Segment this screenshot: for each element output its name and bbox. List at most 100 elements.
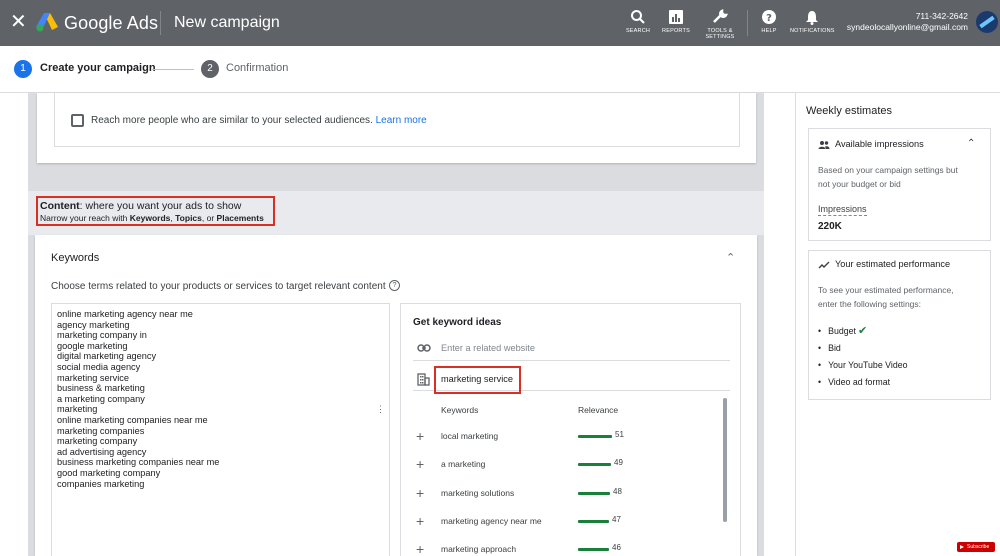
help-icon: ?	[762, 10, 776, 24]
content-subtitle: Narrow your reach with Keywords, Topics,…	[40, 213, 264, 223]
checkmark-icon: ✔	[857, 325, 868, 337]
keyword-idea-row: + marketing approach 46	[413, 541, 723, 556]
link-icon	[417, 344, 431, 352]
similar-audiences-text: Reach more people who are similar to you…	[91, 115, 427, 126]
tools-settings-tool[interactable]: TOOLS & SETTINGS	[698, 8, 742, 40]
campaign-stepper: 1 Create your campaign 2 Confirmation	[0, 46, 1000, 93]
google-ads-logo	[36, 13, 58, 32]
keyword-entry: online marketing agency near me	[57, 309, 193, 319]
performance-text-line1: To see your estimated performance,	[818, 285, 954, 295]
people-icon	[818, 141, 830, 149]
content-sub-keywords: Keywords	[129, 213, 171, 223]
top-bar: ✕ Google Ads New campaign SEARCH REPORTS…	[0, 0, 1000, 46]
add-keyword-icon[interactable]: +	[416, 513, 424, 529]
performance-text-line2: enter the following settings:	[818, 299, 922, 309]
learn-more-link[interactable]: Learn more	[376, 115, 427, 126]
relevance-bar	[578, 520, 609, 523]
requirement-video: Your YouTube Video	[828, 360, 908, 370]
impressions-card-title: Available impressions	[835, 139, 924, 149]
notifications-label: NOTIFICATIONS	[790, 28, 835, 34]
help-tool[interactable]: ? HELP	[747, 8, 791, 34]
column-header-keywords: Keywords	[441, 405, 479, 415]
keywords-title: Keywords	[51, 252, 100, 264]
keyword-entry: marketing	[57, 404, 98, 415]
relevance-bar	[578, 548, 609, 551]
add-keyword-icon[interactable]: +	[416, 456, 424, 472]
requirement-item: Your YouTube Video	[818, 357, 908, 374]
idea-keyword: local marketing	[441, 431, 499, 441]
close-icon[interactable]: ✕	[10, 11, 27, 33]
relevance-value: 48	[613, 487, 622, 496]
ideas-scrollbar[interactable]	[723, 398, 727, 522]
weekly-estimates-title: Weekly estimates	[806, 105, 892, 117]
content-title-rest: : where you want your ads to show	[79, 200, 242, 212]
account-email: syndeolocallyonline@gmail.com	[846, 22, 968, 32]
content-title-bold: Content	[40, 200, 80, 212]
column-header-relevance: Relevance	[578, 405, 619, 415]
resize-handle-icon[interactable]: ⋮	[376, 404, 385, 415]
requirement-item: Budget✔	[818, 323, 908, 340]
performance-card-title: Your estimated performance	[835, 259, 951, 269]
impressions-text-line1: Based on your campaign settings but	[818, 165, 958, 175]
help-label: HELP	[761, 28, 777, 34]
keyword-idea-row: + marketing agency near me 47	[413, 513, 723, 533]
avatar[interactable]	[976, 11, 998, 33]
account-info[interactable]: 711-342-2642 syndeolocallyonline@gmail.c…	[847, 11, 968, 33]
keyword-entry: a marketing company	[57, 393, 145, 404]
keyword-entry: online marketing companies near me	[57, 414, 208, 425]
search-icon	[631, 10, 645, 24]
step-1-label[interactable]: Create your campaign	[40, 62, 156, 74]
requirement-bid: Bid	[828, 343, 841, 353]
chevron-up-icon[interactable]: ⌃	[726, 251, 735, 264]
keyword-entry: business & marketing	[57, 383, 145, 394]
add-keyword-icon[interactable]: +	[416, 485, 424, 501]
keyword-ideas-title: Get keyword ideas	[413, 317, 502, 328]
impressions-label: Impressions	[818, 204, 867, 216]
add-keyword-icon[interactable]: +	[416, 541, 424, 556]
svg-text:?: ?	[766, 13, 772, 24]
step-1-indicator: 1	[14, 60, 32, 78]
keyword-entry: digital marketing agency	[57, 351, 157, 362]
idea-keyword: a marketing	[441, 459, 486, 469]
add-keyword-icon[interactable]: +	[416, 428, 424, 444]
bell-icon	[806, 11, 818, 25]
requirement-item: Video ad format	[818, 374, 908, 391]
relevance-bar	[578, 492, 610, 495]
content-title: Content: where you want your ads to show	[40, 200, 241, 212]
notifications-tool[interactable]: NOTIFICATIONS	[790, 8, 834, 34]
similar-audiences-checkbox[interactable]	[71, 114, 84, 127]
idea-keyword: marketing solutions	[441, 488, 515, 498]
chevron-up-icon[interactable]: ⌃	[967, 138, 975, 149]
keyword-entry: business marketing companies near me	[57, 457, 220, 468]
step-connector	[152, 69, 194, 70]
relevance-value: 47	[612, 515, 621, 524]
brand-name: Google Ads	[64, 13, 159, 33]
header-divider	[160, 11, 161, 35]
service-input[interactable]: marketing service	[441, 374, 513, 384]
reports-tool[interactable]: REPORTS	[654, 8, 698, 34]
content-sub-sep2: , or	[201, 213, 217, 223]
keyword-entry: good marketing company	[57, 467, 161, 478]
relevance-bar	[578, 435, 612, 438]
relevance-value: 51	[615, 430, 624, 439]
keywords-list: online marketing agency near me agency ma…	[57, 309, 219, 489]
keyword-entry: ad advertising agency	[57, 446, 147, 457]
keywords-instructions: Choose terms related to your products or…	[51, 281, 386, 292]
idea-keyword: marketing agency near me	[441, 516, 542, 526]
keyword-entry: marketing companies	[57, 425, 145, 436]
account-phone: 711-342-2642	[915, 11, 968, 21]
business-icon	[417, 373, 430, 386]
relevance-value: 46	[612, 543, 621, 552]
requirement-format: Video ad format	[828, 377, 891, 387]
keyword-entry: agency marketing	[57, 319, 130, 330]
help-circle-icon[interactable]: ?	[389, 280, 400, 291]
impressions-value: 220K	[818, 221, 842, 232]
relevance-bar	[578, 463, 611, 466]
keyword-idea-row: + marketing solutions 48	[413, 485, 723, 505]
step-2-label[interactable]: Confirmation	[226, 62, 288, 74]
youtube-subscribe-badge[interactable]: Subscribe	[957, 542, 995, 552]
tools-settings-label: TOOLS & SETTINGS	[705, 28, 735, 40]
content-sub-topics: Topics	[175, 213, 202, 223]
keyword-idea-row: + a marketing 49	[413, 456, 723, 476]
content-sub-prefix: Narrow your reach with	[40, 213, 130, 223]
